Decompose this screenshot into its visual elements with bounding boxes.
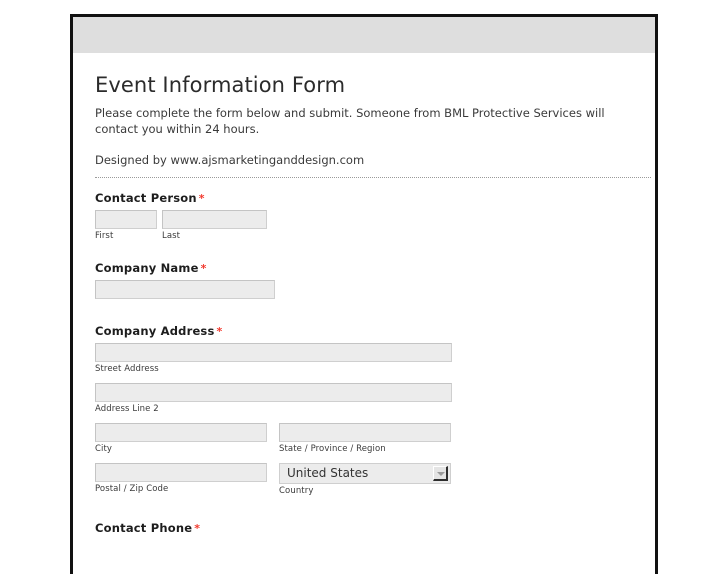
label-contact-person: Contact Person *: [95, 191, 633, 205]
sub-label-last: Last: [162, 231, 181, 241]
required-asterisk-company-address: *: [216, 325, 223, 338]
postal-cell: Postal / Zip Code: [95, 463, 279, 496]
form-body: Event Information Form Please complete t…: [73, 53, 655, 535]
required-asterisk-contact-phone: *: [194, 522, 201, 535]
city-input[interactable]: [95, 423, 267, 442]
contact-person-first-cell: First: [95, 210, 157, 241]
contact-person-inputs-row: First Last: [95, 210, 633, 241]
country-select[interactable]: United States: [279, 463, 451, 484]
page-title: Event Information Form: [95, 73, 346, 97]
company-name-input[interactable]: [95, 280, 275, 299]
street-address-input[interactable]: [95, 343, 452, 362]
label-contact-person-text: Contact Person: [95, 191, 197, 205]
designer-credit: Designed by www.ajsmarketinganddesign.co…: [95, 153, 365, 167]
sub-label-postal-zip-code: Postal / Zip Code: [95, 484, 169, 494]
page-header-band: [73, 17, 655, 53]
field-group-company-address: Company Address * Street Address Address …: [95, 324, 633, 496]
contact-person-last-cell: Last: [162, 210, 267, 241]
postal-country-row: Postal / Zip Code United States Country: [95, 463, 633, 496]
postal-zip-code-input[interactable]: [95, 463, 267, 482]
sub-label-country: Country: [279, 486, 314, 496]
required-asterisk-contact-person: *: [198, 192, 205, 205]
country-select-value: United States: [287, 466, 369, 480]
first-name-input[interactable]: [95, 210, 157, 229]
chevron-down-icon[interactable]: [433, 466, 448, 481]
state-cell: State / Province / Region: [279, 423, 463, 454]
sub-label-first: First: [95, 231, 114, 241]
label-company-name-text: Company Name: [95, 261, 199, 275]
sub-label-street-address: Street Address: [95, 364, 159, 374]
required-asterisk-company-name: *: [200, 262, 207, 275]
field-group-company-name: Company Name *: [95, 261, 633, 299]
last-name-input[interactable]: [162, 210, 267, 229]
label-company-address: Company Address *: [95, 324, 633, 338]
field-group-contact-phone: Contact Phone *: [95, 521, 633, 535]
city-cell: City: [95, 423, 279, 454]
label-contact-phone: Contact Phone *: [95, 521, 633, 535]
form-intro-text: Please complete the form below and submi…: [95, 106, 605, 136]
section-divider: [95, 177, 651, 178]
field-group-contact-person: Contact Person * First Last: [95, 191, 633, 241]
form-page-frame: Event Information Form Please complete t…: [70, 14, 658, 574]
sub-label-state-province-region: State / Province / Region: [279, 444, 386, 454]
sub-label-city: City: [95, 444, 113, 454]
country-cell: United States Country: [279, 463, 463, 496]
chevron-down-glyph: [437, 472, 445, 476]
label-contact-phone-text: Contact Phone: [95, 521, 193, 535]
sub-label-address-line-2: Address Line 2: [95, 404, 159, 414]
address-line-2-input[interactable]: [95, 383, 452, 402]
label-company-address-text: Company Address: [95, 324, 215, 338]
label-company-name: Company Name *: [95, 261, 633, 275]
city-state-row: City State / Province / Region: [95, 423, 633, 454]
state-province-region-input[interactable]: [279, 423, 451, 442]
